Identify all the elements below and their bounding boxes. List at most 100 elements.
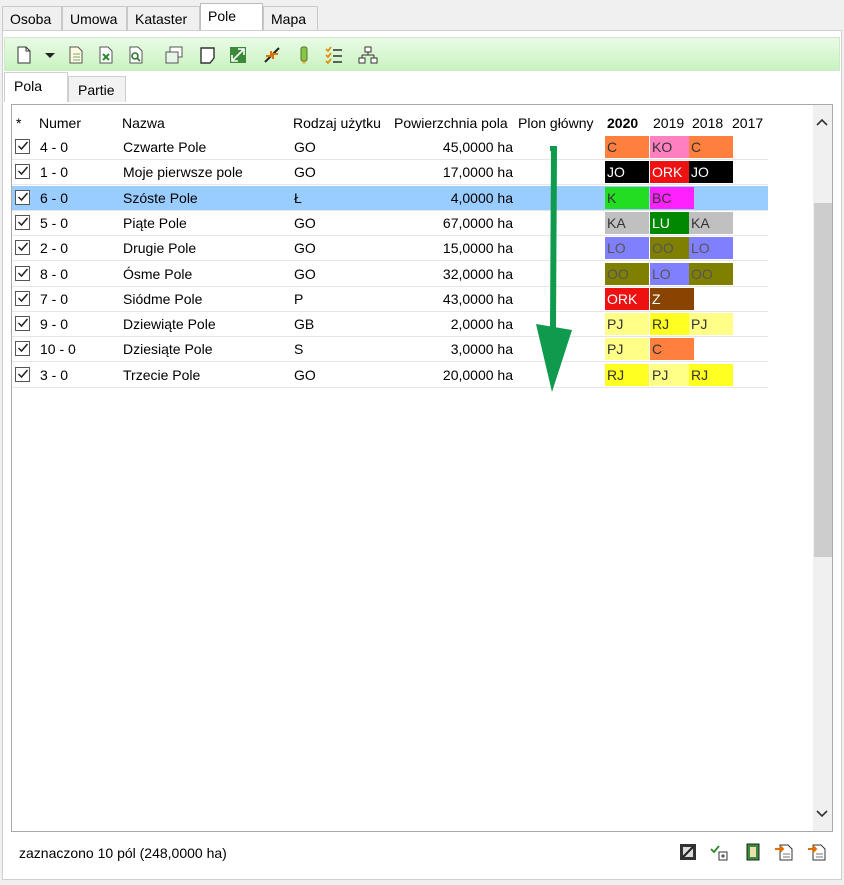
cell-numer: 7 - 0	[40, 290, 69, 307]
cell-numer: 4 - 0	[40, 139, 69, 155]
crop-badge: LO	[689, 237, 733, 260]
header-2018[interactable]: 2018	[692, 114, 723, 132]
scroll-up-icon[interactable]	[815, 116, 829, 128]
crop-badge: KA	[605, 211, 649, 234]
cell-nazwa: Ósme Pole	[123, 265, 193, 282]
cell-powierzchnia: 45,0000 ha	[442, 139, 513, 155]
document-icon[interactable]	[65, 44, 87, 66]
down-arrow-icon	[536, 146, 572, 392]
row-checkbox[interactable]	[15, 139, 30, 154]
table-row[interactable]: 6 - 0 Szóste Pole Ł 4,0000 ha K BC	[12, 185, 768, 211]
expand-icon[interactable]	[227, 44, 249, 66]
row-checkbox[interactable]	[15, 265, 30, 281]
cell-rodzaj: Ł	[294, 189, 302, 206]
header-2017[interactable]: 2017	[732, 114, 763, 132]
page-icon[interactable]	[197, 44, 219, 66]
document-search-icon[interactable]	[125, 44, 147, 66]
settings-icon[interactable]	[708, 841, 730, 863]
header-numer[interactable]: Numer	[39, 114, 81, 132]
crop-badge: ORK	[650, 161, 694, 184]
row-checkbox[interactable]	[15, 240, 30, 256]
cell-nazwa: Siódme Pole	[123, 290, 203, 307]
crop-badge: PJ	[650, 363, 694, 386]
checkmark-icon	[17, 242, 29, 252]
tab-mapa[interactable]: Mapa	[263, 6, 318, 30]
cell-numer: 3 - 0	[40, 366, 69, 383]
row-checkbox[interactable]	[15, 290, 30, 306]
header-rodzaj-uzytku[interactable]: Rodzaj użytku	[293, 114, 381, 132]
tab-pola[interactable]: Pola	[4, 72, 68, 102]
checkmark-icon	[17, 217, 29, 226]
copy-icon[interactable]	[163, 44, 185, 66]
tab-partie[interactable]: Partie	[68, 76, 126, 102]
crop-badge: JO	[689, 161, 733, 184]
header-plon-glowny[interactable]: Plon główny	[518, 114, 594, 132]
crop-badge: PJ	[605, 313, 649, 336]
row-checkbox[interactable]	[15, 366, 30, 382]
cell-rodzaj: S	[294, 341, 304, 358]
header-2019[interactable]: 2019	[653, 114, 684, 132]
checklist-icon[interactable]	[323, 44, 345, 66]
cell-powierzchnia: 32,0000 ha	[442, 265, 513, 282]
scroll-down-icon[interactable]	[815, 808, 829, 820]
collapse-icon[interactable]	[261, 44, 283, 66]
hierarchy-icon[interactable]	[357, 44, 379, 66]
export-icon[interactable]	[677, 841, 699, 863]
crop-badge: OO	[650, 237, 694, 260]
table-row[interactable]: 8 - 0 Ósme Pole GO 32,0000 ha OO LO OO	[12, 262, 768, 287]
row-checkbox[interactable]	[15, 214, 30, 230]
cell-rodzaj: GO	[294, 265, 316, 282]
crop-badge: C	[650, 338, 694, 361]
table-row[interactable]: 2 - 0 Drugie Pole GO 15,0000 ha LO OO LO	[12, 236, 768, 262]
table-row[interactable]: 5 - 0 Piąte Pole GO 67,0000 ha KA LU KA	[12, 211, 768, 236]
crop-badge: Z	[650, 287, 694, 310]
table-row[interactable]: 7 - 0 Siódme Pole P 43,0000 ha ORK Z	[12, 287, 768, 312]
header-powierzchnia[interactable]: Powierzchnia pola	[394, 114, 508, 132]
top-tab-bar: Osoba Umowa Kataster Pole Mapa	[0, 0, 844, 31]
row-checkbox[interactable]	[15, 164, 30, 180]
dropdown-arrow-icon[interactable]	[39, 44, 61, 66]
cell-numer: 6 - 0	[40, 189, 69, 206]
checkmark-icon	[17, 343, 29, 353]
cell-powierzchnia: 3,0000 ha	[450, 341, 513, 358]
crop-badge: RJ	[689, 363, 733, 386]
header-2020[interactable]: 2020	[607, 114, 638, 132]
crop-badge: K	[605, 186, 649, 209]
cell-numer: 9 - 0	[40, 316, 69, 333]
table-row[interactable]: 9 - 0 Dziewiąte Pole GB 2,0000 ha PJ RJ PJ	[12, 312, 768, 338]
import-all-icon[interactable]	[806, 841, 828, 863]
crop-badge: LU	[650, 211, 694, 234]
new-document-icon[interactable]	[13, 44, 35, 66]
cell-powierzchnia: 17,0000 ha	[442, 164, 513, 181]
book-icon[interactable]	[742, 841, 764, 863]
tab-pole[interactable]: Pole	[200, 3, 263, 31]
header-star[interactable]: *	[16, 114, 21, 132]
cell-rodzaj: GO	[294, 164, 316, 181]
scrollbar-thumb[interactable]	[814, 203, 832, 557]
cell-powierzchnia: 20,0000 ha	[442, 366, 513, 383]
table-row[interactable]: 4 - 0 Czwarte Pole GO 45,0000 ha C KO C	[12, 135, 768, 160]
cell-nazwa: Szóste Pole	[123, 189, 198, 206]
import-icon[interactable]	[773, 841, 795, 863]
checkmark-icon	[17, 369, 29, 378]
checkmark-icon	[17, 268, 29, 277]
pencil-icon[interactable]	[293, 44, 315, 66]
tab-kataster[interactable]: Kataster	[127, 6, 200, 30]
tab-osoba[interactable]: Osoba	[2, 6, 62, 30]
document-delete-icon[interactable]	[95, 44, 117, 66]
table-row[interactable]: 3 - 0 Trzecie Pole GO 20,0000 ha RJ PJ RJ	[12, 363, 768, 388]
tab-umowa[interactable]: Umowa	[62, 6, 127, 30]
toolbar	[4, 37, 840, 71]
table-row[interactable]: 1 - 0 Moje pierwsze pole GO 17,0000 ha JO ORK…	[12, 160, 768, 186]
cell-rodzaj: GO	[294, 240, 316, 257]
checkmark-icon	[17, 166, 29, 176]
header-nazwa[interactable]: Nazwa	[122, 114, 165, 132]
row-checkbox[interactable]	[15, 189, 30, 205]
cell-nazwa: Drugie Pole	[123, 240, 197, 257]
table-row[interactable]: 10 - 0 Dziesiąte Pole S 3,0000 ha PJ C	[12, 337, 768, 363]
row-checkbox[interactable]	[15, 341, 30, 357]
selection-summary: zaznaczono 10 pól (248,0000 ha)	[19, 845, 227, 861]
cell-nazwa: Moje pierwsze pole	[123, 164, 243, 181]
row-checkbox[interactable]	[15, 316, 30, 332]
crop-badge: KO	[650, 136, 694, 158]
